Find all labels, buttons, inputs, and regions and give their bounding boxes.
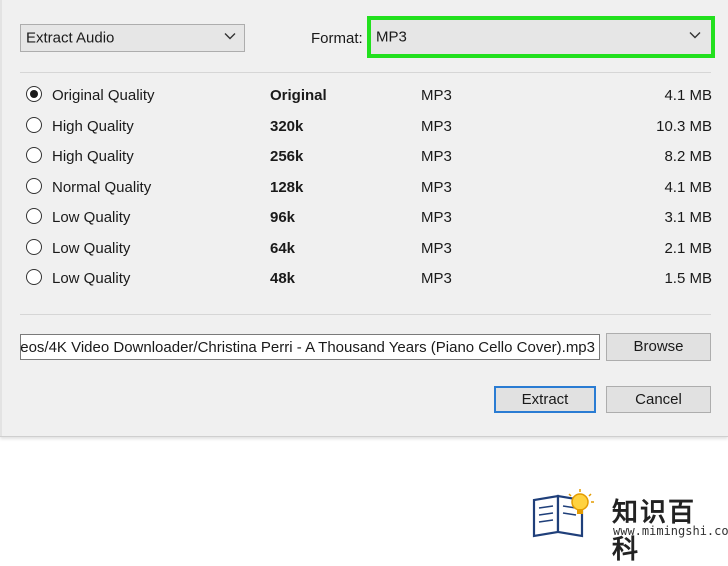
quality-label: Original Quality <box>52 87 155 104</box>
quality-label: Low Quality <box>52 270 131 287</box>
chevron-down-icon <box>689 26 701 43</box>
quality-bitrate: Original <box>270 87 327 104</box>
quality-size: 2.1 MB <box>664 239 712 257</box>
format-dropdown[interactable]: MP3 <box>367 16 715 58</box>
quality-option-row[interactable]: Low Quality 96k MP3 3.1 MB <box>0 203 728 233</box>
quality-label: Low Quality <box>52 209 131 226</box>
quality-option-row[interactable]: Normal Quality 128k MP3 4.1 MB <box>0 173 728 203</box>
quality-format: MP3 <box>421 209 452 226</box>
quality-option-row[interactable]: High Quality 256k MP3 8.2 MB <box>0 142 728 172</box>
mode-dropdown[interactable]: Extract Audio <box>20 24 245 52</box>
radio-button[interactable] <box>26 116 42 133</box>
divider <box>20 72 711 73</box>
quality-label: High Quality <box>52 117 134 135</box>
watermark-logo: 知识百科 www.mimingshi.com <box>530 488 728 565</box>
quality-format: MP3 <box>421 178 452 196</box>
quality-format: MP3 <box>421 148 452 165</box>
output-path-field[interactable]: eos/4K Video Downloader/Christina Perri … <box>20 334 600 360</box>
quality-size: 4.1 MB <box>664 87 712 104</box>
divider <box>20 314 711 315</box>
quality-size: 1.5 MB <box>664 270 712 287</box>
quality-size: 8.2 MB <box>664 148 712 165</box>
quality-bitrate: 48k <box>270 270 296 287</box>
extract-button[interactable]: Extract <box>494 386 596 413</box>
cancel-button[interactable]: Cancel <box>606 386 711 413</box>
radio-button[interactable] <box>26 147 42 163</box>
radio-button[interactable] <box>26 177 42 194</box>
quality-format: MP3 <box>421 87 452 104</box>
quality-format: MP3 <box>421 270 452 287</box>
quality-size: 3.1 MB <box>664 209 712 226</box>
format-label: Format: <box>311 30 363 47</box>
mode-dropdown-value: Extract Audio <box>26 29 115 47</box>
quality-bitrate: 64k <box>270 239 296 257</box>
quality-bitrate: 96k <box>270 209 296 226</box>
browse-button[interactable]: Browse <box>606 333 711 361</box>
quality-label: Low Quality <box>52 239 131 257</box>
chevron-down-icon <box>224 27 236 44</box>
radio-button[interactable] <box>26 208 42 224</box>
output-path-value: eos/4K Video Downloader/Christina Perri … <box>20 339 595 356</box>
radio-button[interactable] <box>26 269 42 285</box>
quality-size: 10.3 MB <box>656 117 712 135</box>
radio-button[interactable] <box>26 86 42 102</box>
format-dropdown-value: MP3 <box>376 28 407 46</box>
quality-format: MP3 <box>421 117 452 135</box>
watermark-url: www.mimingshi.com <box>613 524 728 538</box>
book-bulb-icon <box>532 489 594 538</box>
quality-size: 4.1 MB <box>664 178 712 196</box>
quality-format: MP3 <box>421 239 452 257</box>
quality-bitrate: 128k <box>270 178 304 196</box>
quality-bitrate: 320k <box>270 117 304 135</box>
extract-audio-dialog: Extract Audio Format: MP3 Original Quali… <box>0 0 728 437</box>
quality-label: High Quality <box>52 148 134 165</box>
quality-option-row[interactable]: Low Quality 64k MP3 2.1 MB <box>0 234 728 264</box>
radio-button[interactable] <box>26 238 42 255</box>
quality-option-row[interactable]: Original Quality Original MP3 4.1 MB <box>0 81 728 111</box>
quality-option-row[interactable]: High Quality 320k MP3 10.3 MB <box>0 112 728 142</box>
quality-option-row[interactable]: Low Quality 48k MP3 1.5 MB <box>0 264 728 294</box>
quality-label: Normal Quality <box>52 178 152 196</box>
quality-bitrate: 256k <box>270 148 304 165</box>
